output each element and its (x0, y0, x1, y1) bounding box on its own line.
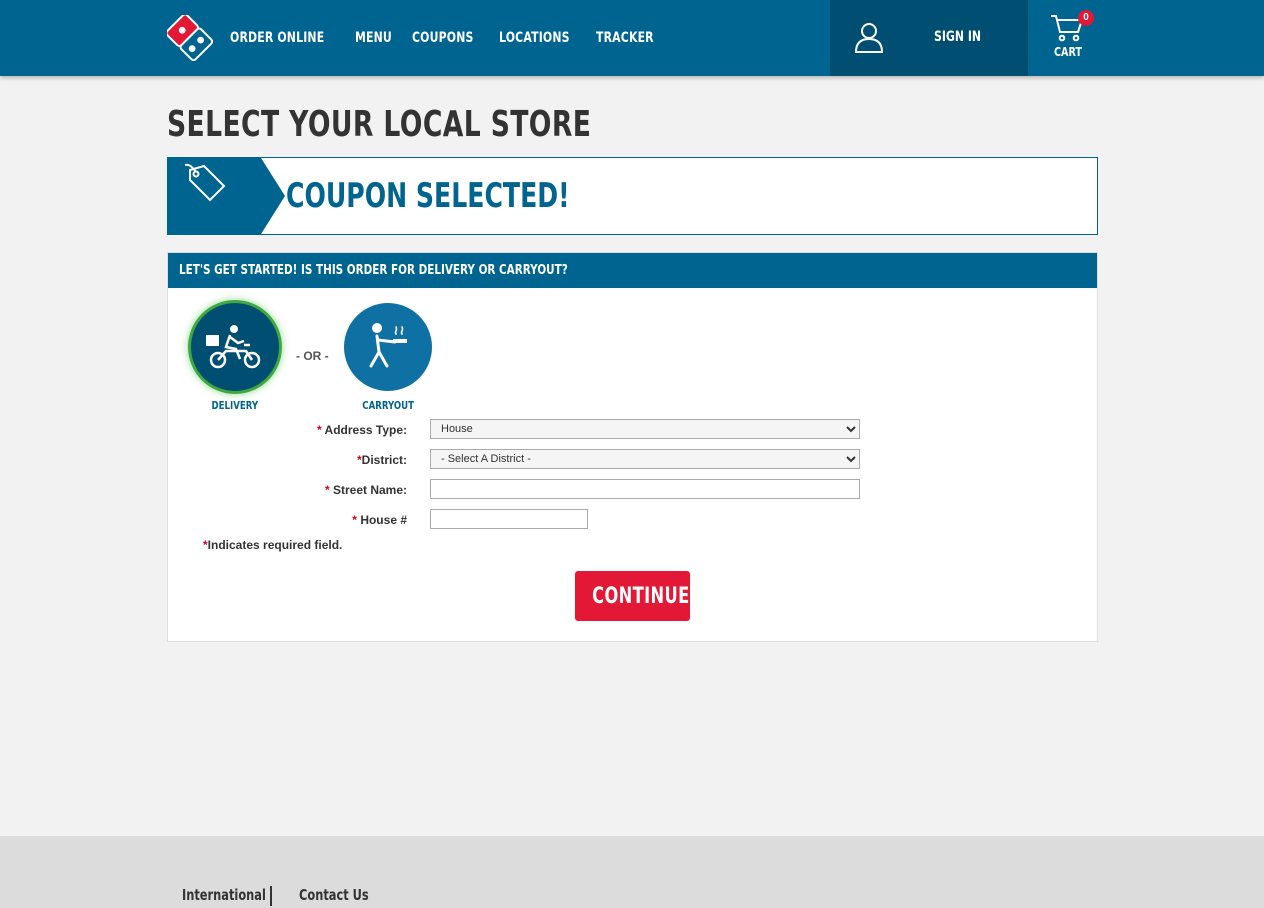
nav-menu[interactable]: MENU (355, 30, 392, 46)
street-name-row: * Street Name: (168, 479, 1097, 501)
sign-in-button[interactable]: SIGN IN (830, 0, 1028, 76)
continue-button[interactable]: CONTINUE (575, 571, 690, 621)
delivery-scooter-icon (206, 325, 261, 369)
nav-order-online[interactable]: ORDER ONLINE (230, 30, 324, 46)
footer: International Contact Us (0, 836, 1264, 908)
footer-link-contact-us[interactable]: Contact Us (299, 886, 369, 904)
address-type-row: * Address Type: House (168, 419, 1097, 441)
house-number-input[interactable] (430, 509, 588, 529)
delivery-label: DELIVERY (211, 399, 259, 412)
address-type-label: * Address Type: (316, 423, 407, 437)
top-header: ORDER ONLINE MENU COUPONS LOCATIONS TRAC… (0, 0, 1264, 76)
or-separator: - OR - (296, 349, 329, 363)
house-number-row: * House # (168, 509, 1097, 531)
footer-link-international[interactable]: International (182, 886, 266, 904)
coupon-tag-panel (168, 158, 288, 234)
coupon-selected-text: COUPON SELECTED! (286, 176, 570, 216)
delivery-circle (191, 303, 279, 391)
order-type-panel: LET'S GET STARTED! IS THIS ORDER FOR DEL… (167, 252, 1098, 642)
carryout-option[interactable]: CARRYOUT (344, 303, 432, 413)
district-row: *District: - Select A District - (168, 449, 1097, 471)
cart-count-badge: 0 (1078, 10, 1094, 26)
house-number-label: * House # (352, 513, 407, 527)
nav-tracker[interactable]: TRACKER (596, 30, 654, 46)
footer-divider (270, 886, 272, 906)
nav-coupons[interactable]: COUPONS (412, 30, 474, 46)
address-type-select[interactable]: House (430, 419, 860, 439)
required-field-note: *Indicates required field. (203, 538, 343, 552)
dominos-logo-icon[interactable] (165, 13, 214, 62)
district-select[interactable]: - Select A District - (430, 449, 860, 469)
required-asterisk: * (352, 513, 357, 527)
cart-button[interactable]: 0 CART (1040, 8, 1096, 68)
sign-in-label: SIGN IN (934, 29, 982, 45)
street-name-input[interactable] (430, 479, 860, 499)
required-asterisk: * (324, 483, 330, 497)
district-label: *District: (356, 453, 407, 467)
carryout-circle (344, 303, 432, 391)
cart-label: CART (1054, 45, 1082, 59)
page-title: SELECT YOUR LOCAL STORE (167, 104, 592, 145)
user-icon (854, 22, 884, 59)
carryout-label: CARRYOUT (362, 399, 414, 412)
main-nav: ORDER ONLINE MENU COUPONS LOCATIONS TRAC… (230, 0, 690, 76)
panel-header: LET'S GET STARTED! IS THIS ORDER FOR DEL… (168, 253, 1097, 288)
panel-header-text: LET'S GET STARTED! IS THIS ORDER FOR DEL… (179, 263, 568, 278)
nav-locations[interactable]: LOCATIONS (499, 30, 570, 46)
coupon-selected-banner: COUPON SELECTED! (167, 157, 1098, 235)
street-name-label: * Street Name: (324, 483, 407, 497)
required-asterisk: * (316, 423, 322, 437)
delivery-option[interactable]: DELIVERY (191, 303, 279, 413)
carryout-person-icon (369, 323, 407, 368)
